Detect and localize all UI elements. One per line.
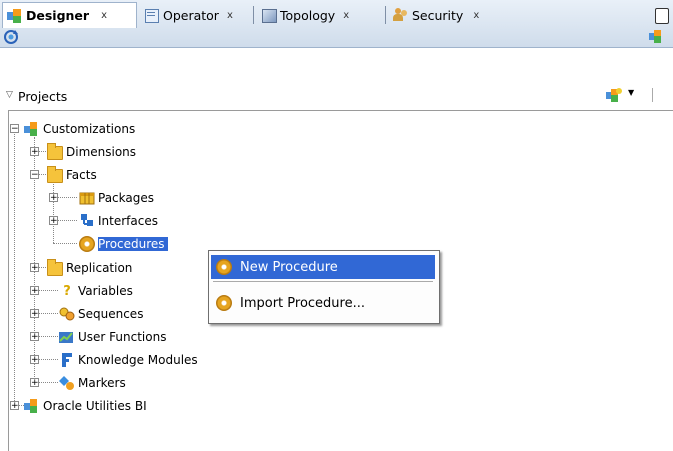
header-separator [652,88,653,102]
tree-line [38,336,58,337]
tree-line [38,313,58,314]
project-icon [24,121,40,137]
tree-line [38,382,58,383]
connect-menu-icon[interactable] [649,30,669,44]
menu-separator [213,281,433,282]
tree-item-knowledge-modules[interactable]: Knowledge Modules [59,351,198,369]
tree-item-facts[interactable]: Facts [47,166,97,184]
folder-icon [47,143,63,160]
tab-bar: Designer x Operator x Topology x Securit… [0,0,673,48]
expand-toggle[interactable]: + [10,401,19,411]
new-project-icon[interactable] [606,88,626,102]
tree-item-variables[interactable]: ? Variables [59,282,133,300]
variable-question-icon: ? [63,284,71,299]
security-users-icon [393,8,409,22]
expand-toggle[interactable]: + [30,378,39,388]
tree-line [57,220,77,221]
expand-toggle[interactable]: + [30,286,39,296]
tree-item-label: User Functions [78,330,167,344]
new-procedure-gear-icon [216,259,232,275]
expand-toggle[interactable]: + [30,355,39,365]
tab-designer-label: Designer [26,8,90,23]
tree-item-label: Oracle Utilities BI [43,399,147,413]
interface-icon [79,214,95,228]
dropdown-arrow-icon[interactable]: ▼ [628,88,634,97]
tree-item-procedures[interactable]: Procedures [79,235,168,253]
tab-designer[interactable]: Designer x [2,2,137,28]
tree-line [38,359,58,360]
tree-line [57,197,77,198]
tree-item-customizations[interactable]: Customizations [24,120,135,138]
refresh-icon[interactable] [3,29,19,45]
procedure-gear-icon [79,236,95,252]
user-function-icon [59,330,75,344]
projects-header[interactable]: ▽ Projects ▼ [0,85,673,109]
tree-item-label: Knowledge Modules [78,353,198,367]
menu-item-new-procedure[interactable]: New Procedure [211,255,435,279]
tree-item-user-functions[interactable]: User Functions [59,328,166,346]
designer-icon [7,8,23,23]
tab-topology-close-icon[interactable]: x [343,10,349,21]
tree-line [38,290,58,291]
tab-separator [253,6,254,24]
tree-item-label-selected: Procedures [98,237,168,251]
tree-item-label: Facts [66,168,97,182]
expand-toggle[interactable]: + [49,193,58,203]
tab-topology-label: Topology [280,7,336,23]
collapse-triangle-icon[interactable]: ▽ [6,90,13,100]
tree-item-interfaces[interactable]: Interfaces [79,212,158,230]
tree-item-label: Markers [78,376,126,390]
expand-toggle[interactable]: + [30,332,39,342]
tree-item-label: Customizations [43,122,136,136]
topology-icon [261,8,277,23]
tab-operator-label: Operator [163,7,219,23]
open-folder-icon [47,166,63,183]
expand-toggle[interactable]: + [30,147,39,157]
project-icon [24,398,40,414]
tree-item-label: Packages [98,191,154,205]
tree-item-dimensions[interactable]: Dimensions [47,143,136,161]
tree-line [53,243,77,244]
tree-line [53,182,54,243]
collapse-toggle[interactable]: − [30,170,39,180]
folder-icon [47,259,63,276]
tree-item-replication[interactable]: Replication [47,259,132,277]
tree-item-oracle-utilities-bi[interactable]: Oracle Utilities BI [24,397,147,415]
minimize-window-icon[interactable] [655,8,669,24]
tab-security-close-icon[interactable]: x [473,10,479,21]
expand-toggle[interactable]: + [49,216,58,226]
designer-toolbar [0,28,673,47]
tree-item-packages[interactable]: Packages [79,189,154,207]
operator-icon [144,8,160,23]
tree-item-label: Replication [66,261,133,275]
import-procedure-gear-icon [216,295,232,311]
markers-icon [59,376,75,390]
tree-item-sequences[interactable]: Sequences [59,305,143,323]
tab-security-label: Security [412,7,464,23]
tree-item-label: Interfaces [98,214,158,228]
menu-item-import-procedure[interactable]: Import Procedure... [211,291,435,315]
tab-designer-close-icon[interactable]: x [101,10,107,21]
collapse-toggle[interactable]: − [10,124,19,134]
tab-operator[interactable]: Operator x [140,4,237,26]
package-icon [79,191,95,205]
tree-item-label: Variables [78,284,133,298]
tab-separator [385,6,386,24]
sequence-icon [59,307,75,321]
projects-title: Projects [18,89,68,104]
tree-line [14,134,15,405]
expand-toggle[interactable]: + [30,309,39,319]
tab-topology[interactable]: Topology x [257,4,353,26]
knowledge-module-icon [59,353,75,367]
expand-toggle[interactable]: + [30,263,39,273]
menu-item-label: Import Procedure... [240,295,365,311]
tab-operator-close-icon[interactable]: x [227,10,233,21]
tab-security[interactable]: Security x [389,4,483,26]
context-menu: New Procedure Import Procedure... [208,250,440,324]
tree-item-label: Sequences [78,307,144,321]
tree-item-label: Dimensions [66,145,137,159]
tree-item-markers[interactable]: Markers [59,374,126,392]
menu-item-label: New Procedure [240,259,338,275]
